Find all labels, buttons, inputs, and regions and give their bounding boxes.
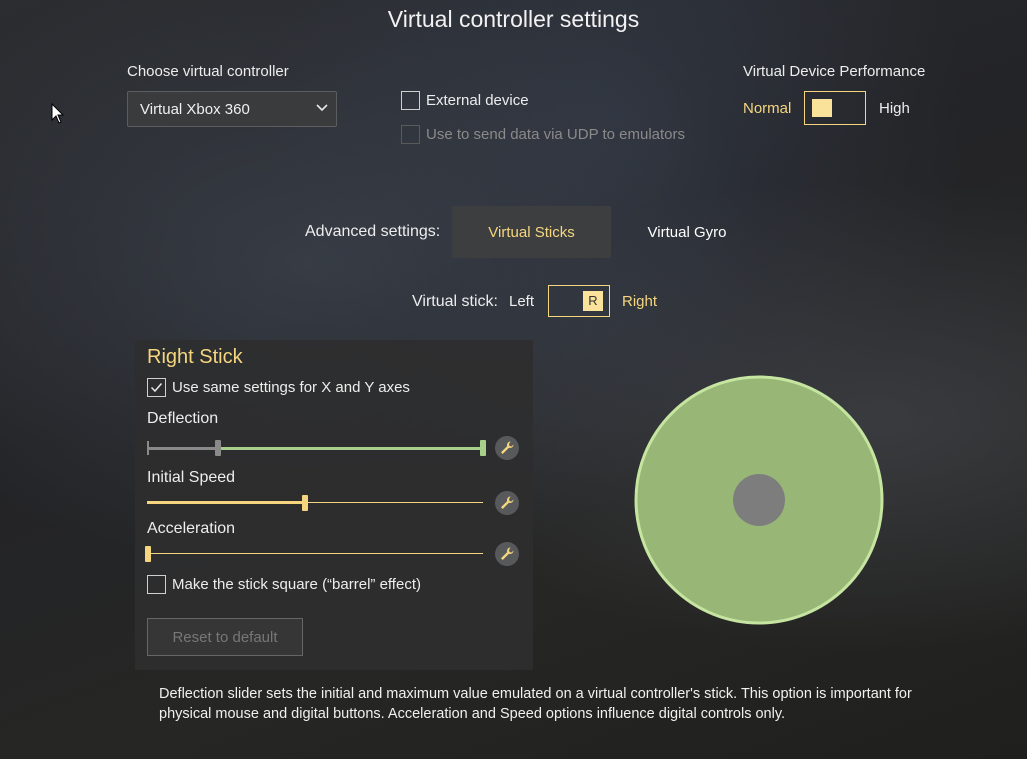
initial-speed-wrench-button[interactable] [495, 491, 519, 515]
acceleration-track [147, 553, 483, 554]
virtual-stick-left-label: Left [509, 293, 535, 310]
controller-label: Choose virtual controller [127, 63, 289, 80]
performance-high-label: High [879, 100, 910, 117]
reset-to-default-button[interactable]: Reset to default [147, 618, 303, 656]
controller-dropdown[interactable]: Virtual Xbox 360 [127, 91, 337, 127]
barrel-label: Make the stick square (“barrel” effect) [172, 576, 421, 593]
barrel-checkbox[interactable] [147, 575, 166, 594]
performance-normal-label: Normal [743, 100, 792, 117]
virtual-stick-toggle-knob: R [583, 291, 603, 311]
chevron-down-icon [316, 104, 328, 112]
help-note: Deflection slider sets the initial and m… [159, 686, 912, 722]
deflection-max-handle[interactable] [480, 440, 486, 456]
initial-speed-label: Initial Speed [147, 469, 236, 486]
same-axes-label: Use same settings for X and Y axes [172, 379, 410, 396]
advanced-settings-label: Advanced settings: [305, 223, 441, 240]
tab-virtual-sticks-label: Virtual Sticks [488, 223, 575, 241]
acceleration-wrench-button[interactable] [495, 542, 519, 566]
deflection-track-start [147, 441, 149, 455]
acceleration-label: Acceleration [147, 520, 236, 537]
virtual-stick-right-label: Right [622, 293, 658, 310]
page-title: Virtual controller settings [387, 6, 640, 32]
deflection-wrench-button[interactable] [495, 436, 519, 460]
initial-speed-handle[interactable] [301, 495, 308, 511]
performance-label: Virtual Device Performance [743, 63, 926, 80]
controller-selected-value: Virtual Xbox 360 [140, 101, 250, 118]
stick-position-dot [733, 474, 785, 526]
reset-button-label: Reset to default [172, 628, 278, 646]
udp-label: Use to send data via UDP to emulators [426, 126, 686, 143]
initial-speed-fill [147, 501, 305, 504]
wrench-icon [501, 441, 514, 454]
virtual-stick-toggle[interactable]: R [548, 285, 610, 317]
tab-virtual-gyro-label: Virtual Gyro [647, 223, 727, 241]
tab-virtual-sticks[interactable]: Virtual Sticks [452, 206, 611, 258]
external-device-label: External device [426, 92, 529, 109]
wrench-icon [501, 547, 514, 560]
external-device-checkbox[interactable] [401, 91, 420, 110]
performance-toggle-knob [812, 99, 832, 117]
wrench-icon [501, 496, 514, 509]
acceleration-handle[interactable] [145, 546, 151, 562]
performance-toggle[interactable] [804, 91, 866, 125]
mouse-cursor-icon [51, 103, 65, 124]
deflection-min-handle[interactable] [214, 440, 221, 456]
same-axes-checkbox[interactable] [147, 378, 166, 397]
deflection-label: Deflection [147, 410, 219, 427]
checkmark-icon [150, 383, 163, 393]
panel-heading: Right Stick [147, 346, 243, 368]
virtual-stick-label: Virtual stick: [412, 293, 498, 310]
udp-checkbox[interactable] [401, 125, 420, 144]
deflection-range-fill [217, 447, 483, 450]
tab-virtual-gyro[interactable]: Virtual Gyro [611, 206, 763, 258]
stick-preview [634, 375, 884, 625]
